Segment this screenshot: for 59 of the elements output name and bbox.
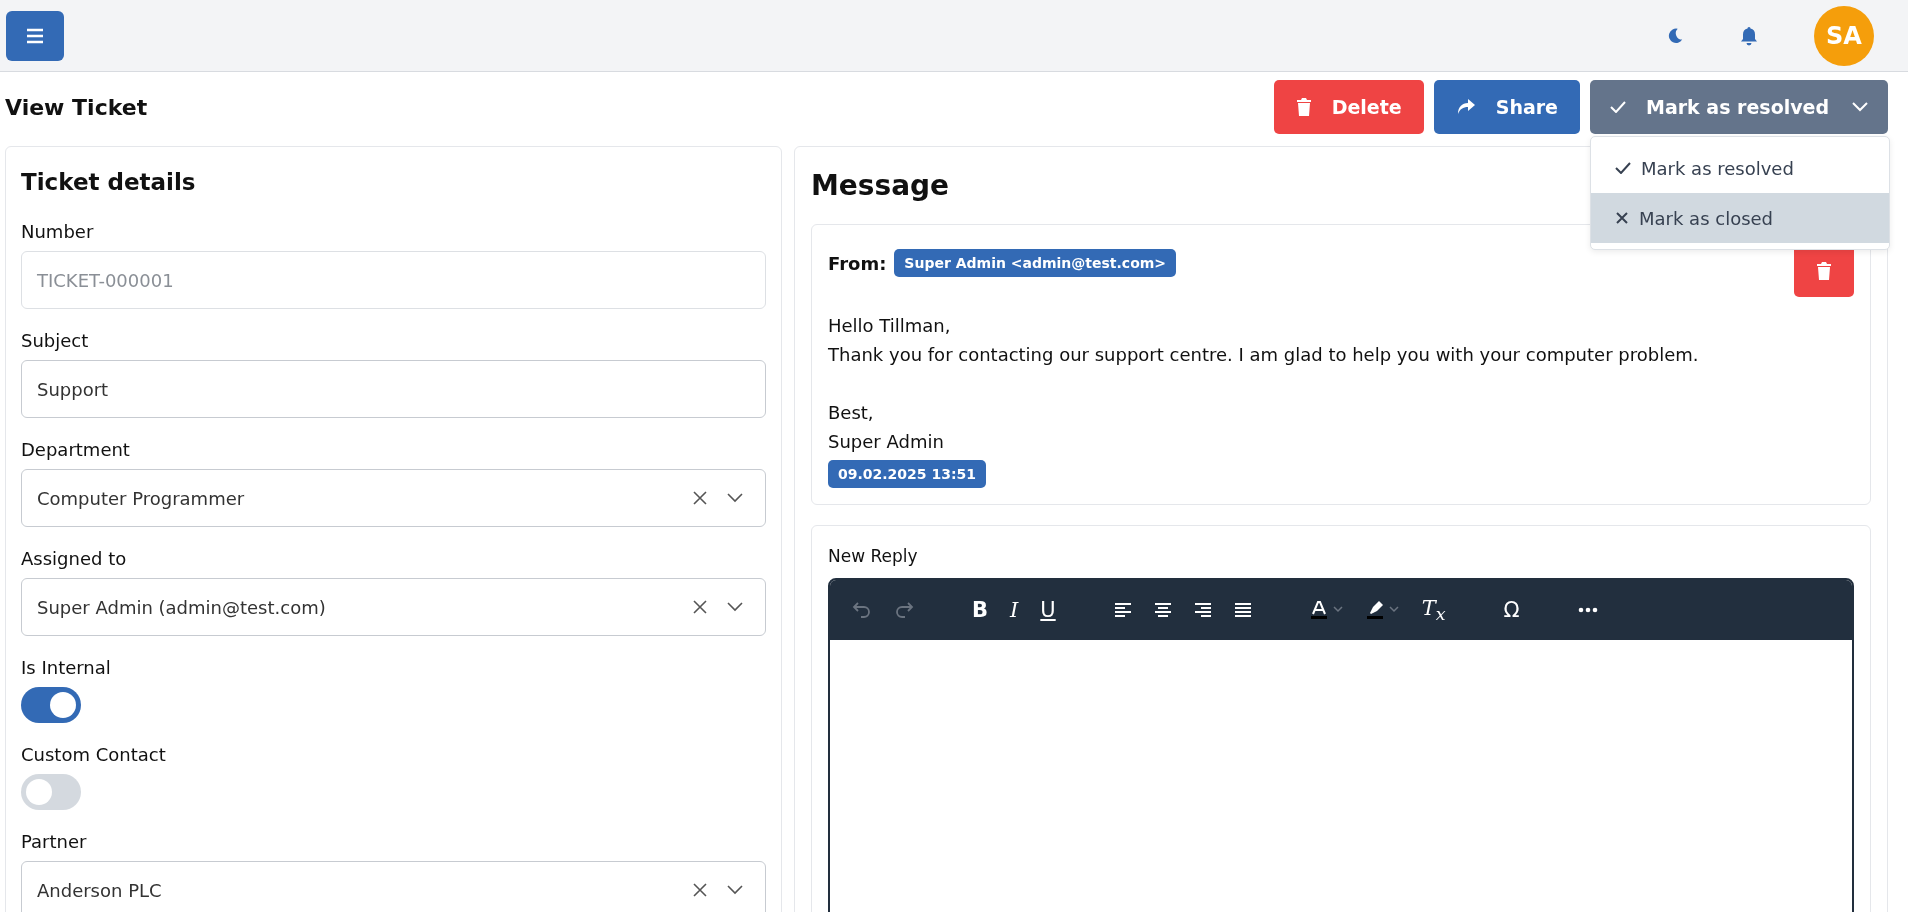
message-text: Hello Tillman, [828, 315, 951, 336]
align-center-icon[interactable] [1153, 602, 1172, 618]
from-label: From: [828, 252, 887, 274]
clear-format-button[interactable]: T$_{x}$ [1421, 595, 1446, 625]
toggle-switch[interactable] [21, 774, 81, 810]
delete-button[interactable]: Delete [1273, 80, 1424, 134]
page-title: View Ticket [5, 94, 148, 120]
special-character-button[interactable]: Ω [1503, 598, 1520, 622]
trash-icon [1816, 261, 1832, 281]
mark-resolved-button[interactable]: Mark as resolved [1590, 80, 1888, 134]
chevron-icon[interactable] [727, 602, 743, 612]
bell-icon[interactable] [1740, 25, 1758, 46]
close-icon [1615, 211, 1629, 225]
clear-icon[interactable] [693, 491, 707, 505]
text-input[interactable]: Support [21, 360, 766, 418]
text-color-icon[interactable] [1309, 600, 1344, 620]
redo-icon[interactable] [894, 601, 914, 619]
clear-icon[interactable] [693, 883, 707, 897]
field-label: Custom Contact [21, 744, 167, 765]
menu-icon [26, 27, 44, 44]
select-field[interactable]: Computer Programmer [21, 469, 766, 527]
moon-icon[interactable] [1666, 26, 1684, 45]
select-field[interactable]: Super Admin (admin@test.com) [21, 578, 766, 636]
menu-item[interactable]: Mark as closed [1591, 193, 1889, 243]
menu-button[interactable] [6, 10, 64, 61]
field-label: Subject [21, 330, 90, 351]
trash-icon [1295, 97, 1312, 117]
reply-label: New Reply [828, 546, 919, 566]
share-icon [1455, 98, 1476, 116]
field-label: Number [21, 221, 95, 242]
card-title: Ticket details [21, 169, 197, 195]
section-title: Message [811, 169, 950, 202]
toggle-switch[interactable] [21, 687, 81, 723]
date-badge: 09.02.2025 13:51 [828, 460, 986, 488]
message-text: Best, [828, 402, 874, 423]
italic-button[interactable]: I [1010, 598, 1019, 622]
message-text: Thank you for contacting our support centre. I am glad to help you with your computer problem. [828, 344, 1699, 365]
select-field[interactable]: Anderson PLC [21, 861, 766, 912]
check-icon [1610, 101, 1626, 113]
field-label: Department [21, 439, 131, 460]
undo-icon[interactable] [852, 601, 872, 619]
align-right-icon[interactable] [1193, 602, 1212, 618]
chevron-icon[interactable] [727, 493, 743, 503]
align-left-icon[interactable] [1113, 602, 1132, 618]
menu-item[interactable]: Mark as resolved [1591, 143, 1889, 193]
message-text: Super Admin [828, 431, 944, 452]
more-icon[interactable] [1577, 607, 1598, 613]
highlighter-icon[interactable] [1365, 600, 1400, 620]
underline-button[interactable]: U [1040, 598, 1056, 622]
sender-badge: Super Admin <admin@test.com> [894, 249, 1177, 277]
bold-button[interactable]: B [972, 598, 988, 622]
clear-icon[interactable] [693, 600, 707, 614]
justify-icon[interactable] [1233, 602, 1252, 618]
check-icon [1615, 162, 1631, 174]
chevron-icon[interactable] [727, 885, 743, 895]
share-button[interactable]: Share [1433, 80, 1580, 134]
field-label: Partner [21, 831, 88, 852]
field-label: Assigned to [21, 548, 128, 569]
field-label: Is Internal [21, 657, 112, 678]
